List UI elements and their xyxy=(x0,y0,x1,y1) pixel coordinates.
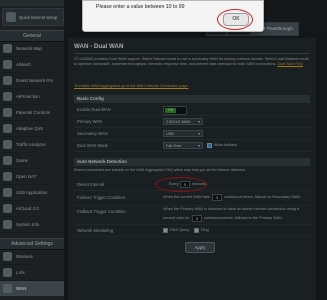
failback-trigger-label: Failback Trigger Condition xyxy=(77,209,126,214)
globe-icon xyxy=(3,284,12,293)
sidebar-item-guest-network[interactable]: Guest Network Pro xyxy=(0,73,64,89)
auto-detection-note: Ensure parameters are suitable on the WA… xyxy=(74,168,247,172)
sidebar: Quick Internet Setup General Network Map… xyxy=(0,0,64,300)
network-map-icon xyxy=(3,44,12,53)
allow-failback-checkbox[interactable] xyxy=(207,143,212,148)
dns-query-checkbox[interactable] xyxy=(163,228,168,233)
sidebar-item-network-map[interactable]: Network Map xyxy=(0,41,64,57)
highlight-ring-ok xyxy=(217,9,253,30)
dual-wan-mode-select[interactable]: Fail Over xyxy=(163,142,203,150)
open-nat-icon xyxy=(3,172,12,181)
sidebar-item-label: Open NAT xyxy=(16,174,37,179)
alert-message: Please enter a value between 10 to 99 xyxy=(96,4,185,10)
sidebar-item-label: AiCloud 2.0 xyxy=(16,206,39,211)
ping-checkbox[interactable] xyxy=(194,228,199,233)
sidebar-item-label: Wireless xyxy=(16,254,33,259)
validation-alert: Please enter a value between 10 to 99 OK xyxy=(82,0,264,32)
detect-interval-label: Detect Interval xyxy=(77,182,104,187)
sidebar-item-parental-controls[interactable]: Parental Controls xyxy=(0,105,64,121)
sidebar-item-label: USB Application xyxy=(16,190,48,195)
sidebar-item-label: Network Map xyxy=(16,46,42,51)
intro-text: GT-AX6000 provides Dual WAN support. Sel… xyxy=(74,57,310,66)
sidebar-item-lan[interactable]: LAN xyxy=(0,265,64,281)
primary-wan-row: Primary WAN 2.5G/1G WAN xyxy=(74,116,310,128)
sidebar-item-label: System Info xyxy=(16,222,40,227)
usb-icon xyxy=(3,188,12,197)
network-monitoring-row: Network Monitoring DNS Query Ping xyxy=(74,225,310,237)
sidebar-item-label: WAN xyxy=(16,286,27,291)
wizard-icon xyxy=(6,12,16,22)
enable-dual-wan-toggle[interactable]: ON xyxy=(163,106,187,115)
enable-dual-wan-label: Enable Dual WAN xyxy=(77,107,111,112)
failback-count-input[interactable]: 5 xyxy=(192,215,202,222)
primary-wan-select[interactable]: 2.5G/1G WAN xyxy=(163,118,203,126)
aimesh-icon xyxy=(3,60,12,69)
failover-count-input[interactable]: 3 xyxy=(212,194,222,201)
secondary-wan-label: Secondary WAN xyxy=(77,131,108,136)
title-divider xyxy=(74,53,310,54)
failback-trigger-row: Failback Trigger Condition When the Prim… xyxy=(74,206,310,225)
sidebar-item-traffic-analyzer[interactable]: Traffic Analyzer xyxy=(0,137,64,153)
highlight-ring-interval xyxy=(155,177,207,192)
main-panel: WAN - Dual WAN GT-AX6000 provides Dual W… xyxy=(68,38,316,300)
allow-failback-label: Allow failback xyxy=(214,143,238,147)
dual-wan-mode-row: Dual WAN Mode Fail Over Allow failback xyxy=(74,140,310,152)
primary-wan-label: Primary WAN xyxy=(77,119,103,124)
lan-icon xyxy=(3,268,12,277)
sidebar-item-open-nat[interactable]: Open NAT xyxy=(0,169,64,185)
dual-wan-mode-label: Dual WAN Mode xyxy=(77,143,109,148)
info-icon xyxy=(3,220,12,229)
basic-config-header: Basic Config xyxy=(74,95,310,103)
enable-dual-wan-row: Enable Dual WAN ON xyxy=(74,104,310,116)
sidebar-item-usb-application[interactable]: USB Application xyxy=(0,185,64,201)
sidebar-item-label: Guest Network Pro xyxy=(16,78,54,83)
sidebar-item-label: Parental Controls xyxy=(16,110,50,115)
qos-icon xyxy=(3,124,12,133)
failover-trigger-label: Failover Trigger Condition xyxy=(77,195,125,200)
intro-body: GT-AX6000 provides Dual WAN support. Sel… xyxy=(74,57,309,66)
apply-button[interactable]: Apply xyxy=(185,242,215,253)
sidebar-item-game[interactable]: Game xyxy=(0,153,64,169)
parental-controls-icon xyxy=(3,108,12,117)
dns-query-label: DNS Query xyxy=(170,228,190,232)
failback-text-b: second ratio for xyxy=(163,216,190,220)
sidebar-item-aimesh[interactable]: AiMesh xyxy=(0,57,64,73)
sidebar-item-adaptive-qos[interactable]: Adaptive QoS xyxy=(0,121,64,137)
sidebar-item-label: Game xyxy=(16,158,28,163)
sidebar-item-label: LAN xyxy=(16,270,25,275)
quick-internet-setup-label: Quick Internet Setup xyxy=(19,14,58,20)
sidebar-item-aicloud[interactable]: AiCloud 2.0 xyxy=(0,201,64,217)
wifi-icon xyxy=(3,252,12,261)
dual-wan-faq-link[interactable]: Dual WAN FAQ xyxy=(277,62,302,66)
traffic-analyzer-icon xyxy=(3,140,12,149)
cloud-icon xyxy=(3,204,12,213)
sidebar-item-wireless[interactable]: Wireless xyxy=(0,249,64,265)
secondary-wan-row: Secondary WAN USB xyxy=(74,128,310,140)
failover-text-b: continuous times, failover to Secondary … xyxy=(224,195,301,199)
shield-icon xyxy=(3,92,12,101)
sidebar-item-label: Adaptive QoS xyxy=(16,126,44,131)
wan-aggregation-note-link[interactable]: To enable WAN Aggregation go to the WAN … xyxy=(74,84,189,88)
network-monitoring-label: Network Monitoring xyxy=(77,228,114,233)
ping-label: Ping xyxy=(201,228,209,232)
brand-strip xyxy=(0,0,64,6)
sidebar-item-aiprotection[interactable]: AiProtection xyxy=(0,89,64,105)
sidebar-item-system-info[interactable]: System Info xyxy=(0,217,64,233)
sidebar-item-wan[interactable]: WAN xyxy=(0,281,64,297)
toggle-on-label: ON xyxy=(165,108,176,113)
secondary-wan-select[interactable]: USB xyxy=(163,130,203,138)
failover-text-a: When the current WAN fails xyxy=(163,195,210,199)
gamepad-icon xyxy=(3,156,12,165)
failback-text-a: When the Primary WAN is detected to have… xyxy=(163,207,299,211)
page-title: WAN - Dual WAN xyxy=(74,43,124,50)
failback-text-c: continuous times, failback to the Primar… xyxy=(204,216,282,220)
sidebar-item-label: AiProtection xyxy=(16,94,40,99)
sidebar-item-label: AiMesh xyxy=(16,62,31,67)
auto-detection-header: Auto Network Detection xyxy=(74,158,310,166)
sidebar-item-label: Traffic Analyzer xyxy=(16,142,47,147)
guest-network-icon xyxy=(3,76,12,85)
quick-internet-setup-button[interactable]: Quick Internet Setup xyxy=(2,8,64,26)
